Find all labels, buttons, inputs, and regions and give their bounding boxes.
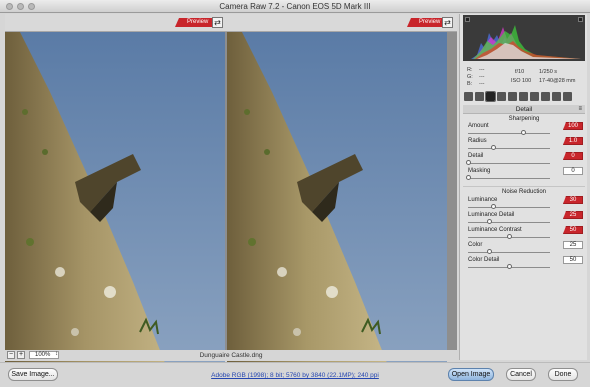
slider-amount[interactable]: Amount 100 xyxy=(468,122,583,137)
tab-lens-corrections[interactable] xyxy=(519,92,528,101)
swap-settings-button[interactable]: ⇄ xyxy=(442,17,453,28)
preview-label-before: Preview xyxy=(187,19,209,25)
noise-reduction-heading: Noise Reduction xyxy=(463,186,585,195)
close-window-button[interactable] xyxy=(6,3,13,10)
slider-value-field[interactable]: 0 xyxy=(563,167,583,175)
histogram xyxy=(463,15,585,61)
before-preview-image[interactable] xyxy=(5,32,225,363)
done-button[interactable]: Done xyxy=(548,368,578,381)
slider-track[interactable] xyxy=(468,178,550,179)
shadow-clipping-toggle[interactable] xyxy=(465,17,470,22)
slider-knob[interactable] xyxy=(487,249,492,254)
slider-label: Amount xyxy=(468,123,489,129)
slider-value-field[interactable]: 0 xyxy=(563,152,583,160)
slider-track[interactable] xyxy=(468,163,550,164)
tab-basic[interactable] xyxy=(464,92,473,101)
iso-value: ISO 100 xyxy=(511,78,532,84)
shutter-value: 1/250 s xyxy=(539,69,558,75)
open-image-button[interactable]: Open Image xyxy=(448,368,494,381)
tab-snapshots[interactable] xyxy=(563,92,572,101)
image-status-bar: − + 100% ↕ Dunguaire Castle.dng xyxy=(5,350,457,361)
slider-color[interactable]: Color 25 xyxy=(468,241,583,256)
slider-value-field[interactable]: 1.0 xyxy=(563,137,583,145)
slider-knob[interactable] xyxy=(491,204,496,209)
slider-radius[interactable]: Radius 1.0 xyxy=(468,137,583,152)
blue-label: B: xyxy=(467,81,473,87)
slider-value-field[interactable]: 50 xyxy=(563,256,583,264)
slider-knob[interactable] xyxy=(507,264,512,269)
preview-toolbar: Preview ⇄ Preview ⇄ xyxy=(5,14,457,32)
window-titlebar: Camera Raw 7.2 - Canon EOS 5D Mark III xyxy=(0,0,590,13)
slider-knob[interactable] xyxy=(491,145,496,150)
slider-label: Luminance Contrast xyxy=(468,227,522,233)
tab-detail[interactable] xyxy=(485,91,496,102)
window-title: Camera Raw 7.2 - Canon EOS 5D Mark III xyxy=(219,2,371,11)
slider-luminance-contrast[interactable]: Luminance Contrast 50 xyxy=(468,226,583,241)
cancel-button[interactable]: Cancel xyxy=(506,368,536,381)
slider-label: Radius xyxy=(468,138,487,144)
tab-effects[interactable] xyxy=(530,92,539,101)
panel-section-title: Detail ≡ xyxy=(463,105,585,114)
tab-presets[interactable] xyxy=(552,92,561,101)
slider-value-field[interactable]: 25 xyxy=(563,241,583,249)
castle-photo-after xyxy=(227,32,447,363)
slider-knob[interactable] xyxy=(487,219,492,224)
slider-masking[interactable]: Masking 0 xyxy=(466,167,583,182)
swap-before-after-button[interactable]: ⇄ xyxy=(212,17,223,28)
slider-value-field[interactable]: 100 xyxy=(563,122,583,130)
panel-menu-icon[interactable]: ≡ xyxy=(578,105,582,114)
castle-photo-before xyxy=(5,32,225,363)
slider-knob[interactable] xyxy=(466,175,471,180)
slider-knob[interactable] xyxy=(521,130,526,135)
preview-workspace: Preview ⇄ Preview ⇄ xyxy=(5,14,457,363)
slider-label: Color Detail xyxy=(468,257,500,263)
tab-camera-calibration[interactable] xyxy=(541,92,550,101)
after-preview-image[interactable] xyxy=(227,32,447,363)
green-label: G: xyxy=(467,74,473,80)
zoom-window-button[interactable] xyxy=(28,3,35,10)
slider-luminance[interactable]: Luminance 30 xyxy=(468,196,583,211)
preview-toggle-before[interactable]: Preview xyxy=(175,18,213,27)
dialog-footer: Save Image... Adobe RGB (1998); 8 bit; 5… xyxy=(0,362,590,387)
slider-label: Detail xyxy=(468,153,484,159)
camera-info: R: --- G: --- B: --- f/10 1/250 s ISO 10… xyxy=(463,63,585,87)
tab-split-toning[interactable] xyxy=(508,92,517,101)
slider-label: Luminance xyxy=(468,197,498,203)
slider-luminance-detail[interactable]: Luminance Detail 25 xyxy=(468,211,583,226)
slider-label: Luminance Detail xyxy=(468,212,515,218)
highlight-clipping-toggle[interactable] xyxy=(578,17,583,22)
blue-value: --- xyxy=(479,81,485,87)
lens-value: 17-40@28 mm xyxy=(539,78,576,84)
histogram-graph xyxy=(471,25,581,59)
slider-value-field[interactable]: 25 xyxy=(563,211,583,219)
slider-value-field[interactable]: 30 xyxy=(563,196,583,204)
slider-track[interactable] xyxy=(468,222,550,223)
red-value: --- xyxy=(479,67,485,73)
workflow-options-link[interactable]: Adobe RGB (1998); 8 bit; 5760 by 3840 (2… xyxy=(0,372,590,379)
slider-color-detail[interactable]: Color Detail 50 xyxy=(468,256,583,271)
panel-tabs xyxy=(463,91,585,103)
tab-tone-curve[interactable] xyxy=(475,92,484,101)
slider-value-field[interactable]: 50 xyxy=(563,226,583,234)
red-label: R: xyxy=(467,67,473,73)
slider-label: Color xyxy=(468,242,483,248)
slider-track[interactable] xyxy=(468,207,550,208)
slider-detail[interactable]: Detail 0 xyxy=(466,152,583,167)
slider-track[interactable] xyxy=(468,148,550,149)
slider-label: Masking xyxy=(468,168,491,174)
slider-knob[interactable] xyxy=(466,160,471,165)
preview-toggle-after[interactable]: Preview xyxy=(407,18,445,27)
preview-label-after: Preview xyxy=(419,19,441,25)
slider-knob[interactable] xyxy=(507,234,512,239)
panel-title: Detail xyxy=(515,106,533,113)
tab-hsl[interactable] xyxy=(497,92,506,101)
adjustment-panel: R: --- G: --- B: --- f/10 1/250 s ISO 10… xyxy=(459,14,587,360)
minimize-window-button[interactable] xyxy=(17,3,24,10)
sharpening-heading: Sharpening xyxy=(508,116,540,122)
aperture-value: f/10 xyxy=(515,69,525,75)
slider-track[interactable] xyxy=(468,133,550,134)
green-value: --- xyxy=(479,74,485,80)
slider-track[interactable] xyxy=(468,252,550,253)
image-filename: Dunguaire Castle.dng xyxy=(199,352,263,359)
